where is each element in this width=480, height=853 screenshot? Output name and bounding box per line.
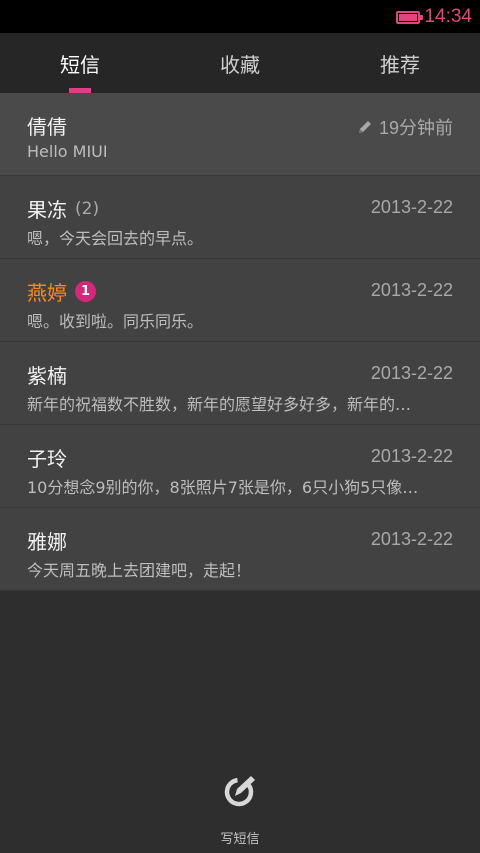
tab-label: 短信 (60, 52, 100, 77)
battery-icon (396, 10, 424, 24)
message-preview: 嗯。收到啦。同乐同乐。 (27, 312, 204, 331)
message-preview: 嗯，今天会回去的早点。 (27, 229, 204, 248)
contact-name: 果冻 (27, 198, 67, 222)
contact-name: 燕婷 (27, 281, 67, 305)
message-row[interactable]: 雅娜 2013-2-22 今天周五晚上去团建吧，走起！ (0, 508, 480, 591)
tab-label: 推荐 (380, 52, 420, 77)
message-list: 倩倩 19分钟前 Hello MIUI 果冻 (2) 2013-2-22 嗯，今… (0, 93, 480, 591)
message-date: 2013-2-22 (370, 529, 453, 549)
message-preview: 10分想念9别的你，8张照片7张是你，6只小狗5只像… (27, 478, 419, 497)
contact-name-wrap: 紫楠 (27, 360, 67, 389)
message-date: 19分钟前 (378, 118, 453, 138)
message-preview: 今天周五晚上去团建吧，走起！ (27, 561, 252, 580)
status-right: 14:34 (396, 6, 472, 28)
message-preview: Hello MIUI (27, 142, 108, 161)
tab-sms[interactable]: 短信 (0, 33, 160, 93)
compose-label: 写短信 (220, 832, 260, 847)
contact-name-wrap: 雅娜 (27, 526, 67, 555)
contact-name: 雅娜 (27, 530, 67, 554)
message-row[interactable]: 果冻 (2) 2013-2-22 嗯，今天会回去的早点。 (0, 176, 480, 259)
contact-name-wrap: 果冻 (2) (27, 194, 99, 223)
unread-badge: 1 (75, 281, 96, 302)
contact-name: 倩倩 (27, 115, 67, 139)
contact-name-wrap: 子玲 (27, 443, 67, 472)
message-date: 2013-2-22 (370, 197, 453, 217)
contact-name-wrap: 倩倩 (27, 111, 67, 140)
message-date: 2013-2-22 (370, 363, 453, 383)
message-date: 2013-2-22 (370, 280, 453, 300)
status-clock: 14:34 (424, 6, 472, 27)
contact-name-wrap: 燕婷 1 (27, 277, 96, 306)
compose-icon (224, 776, 255, 807)
message-row[interactable]: 倩倩 19分钟前 Hello MIUI (0, 93, 480, 176)
message-count: (2) (75, 198, 100, 219)
tab-recommended[interactable]: 推荐 (320, 33, 480, 93)
tab-label: 收藏 (220, 52, 260, 77)
message-row[interactable]: 紫楠 2013-2-22 新年的祝福数不胜数，新年的愿望好多好多，新年的… (0, 342, 480, 425)
message-row[interactable]: 子玲 2013-2-22 10分想念9别的你，8张照片7张是你，6只小狗5只像… (0, 425, 480, 508)
status-bar: 14:34 (0, 0, 480, 33)
draft-pencil-icon (358, 121, 371, 133)
message-row[interactable]: 燕婷 1 2013-2-22 嗯。收到啦。同乐同乐。 (0, 259, 480, 342)
contact-name: 紫楠 (27, 364, 67, 388)
message-date-wrap: 19分钟前 (357, 114, 453, 140)
tab-bar: 短信 收藏 推荐 (0, 33, 480, 93)
contact-name: 子玲 (27, 447, 67, 471)
compose-button[interactable]: 写短信 (0, 760, 480, 853)
message-preview: 新年的祝福数不胜数，新年的愿望好多好多，新年的… (27, 395, 412, 414)
message-date: 2013-2-22 (370, 446, 453, 466)
tab-favorites[interactable]: 收藏 (160, 33, 320, 93)
